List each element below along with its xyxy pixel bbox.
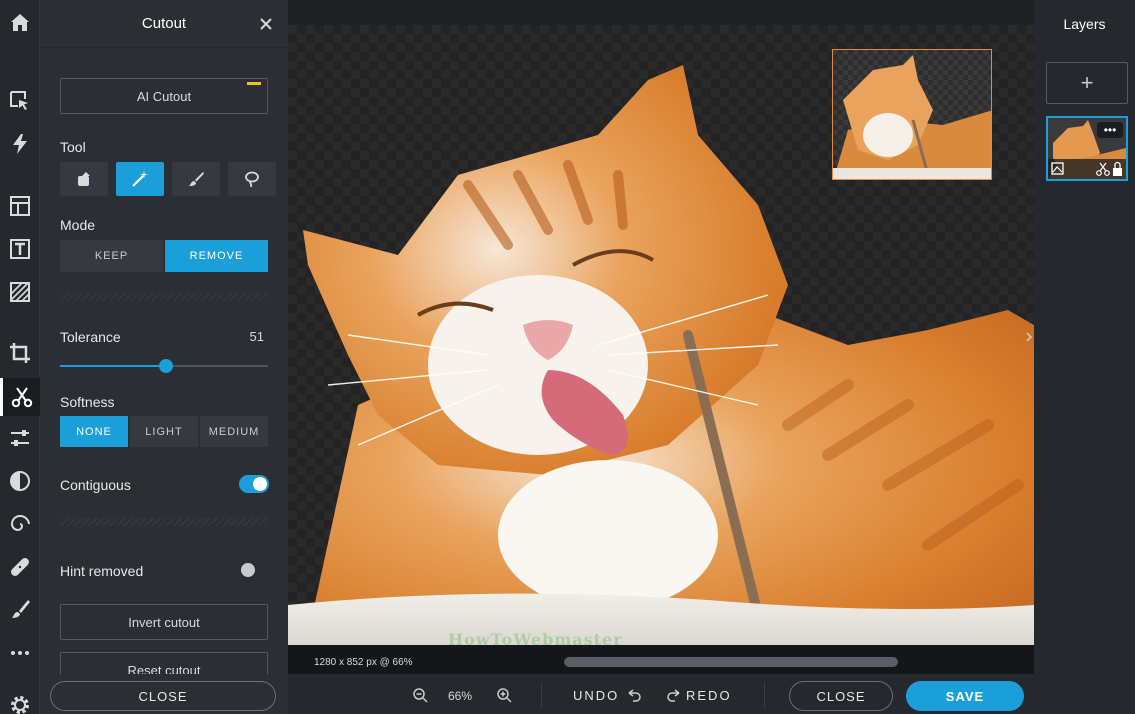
adjust-icon[interactable] bbox=[0, 419, 40, 457]
close-icon[interactable] bbox=[256, 14, 276, 34]
tolerance-label: Tolerance bbox=[60, 329, 121, 345]
new-badge bbox=[247, 82, 261, 85]
separator bbox=[764, 682, 765, 708]
softness-label: Softness bbox=[60, 394, 115, 410]
add-layer-button[interactable]: + bbox=[1046, 62, 1128, 104]
layer-item[interactable]: ••• bbox=[1046, 116, 1128, 181]
texture-icon[interactable] bbox=[0, 273, 40, 311]
stamp-tool-button[interactable] bbox=[60, 162, 108, 196]
home-icon[interactable] bbox=[0, 4, 40, 42]
bandage-icon[interactable] bbox=[0, 548, 40, 586]
canvas-status-bar: 1280 x 852 px @ 66% bbox=[288, 645, 1034, 674]
tolerance-slider[interactable] bbox=[60, 359, 268, 373]
brush-tool-icon bbox=[189, 172, 204, 186]
lock-icon bbox=[1113, 168, 1122, 176]
hint-removed-label: Hint removed bbox=[60, 563, 144, 579]
redo-button[interactable]: REDO bbox=[686, 688, 732, 703]
tool-label: Tool bbox=[60, 139, 86, 155]
crop-icon[interactable] bbox=[0, 334, 40, 372]
mode-keep-button[interactable]: KEEP bbox=[60, 240, 163, 272]
layer-icon-strip bbox=[1048, 159, 1126, 179]
image-canvas[interactable] bbox=[288, 25, 1034, 645]
canvas-top-strip bbox=[288, 0, 1034, 25]
tolerance-slider-thumb[interactable] bbox=[159, 359, 174, 373]
softness-medium-button[interactable]: MEDIUM bbox=[200, 416, 268, 447]
filter-icon[interactable] bbox=[0, 462, 40, 500]
mode-remove-button[interactable]: REMOVE bbox=[165, 240, 268, 272]
bottom-bar: 66% UNDO REDO CLOSE SAVE bbox=[288, 674, 1135, 714]
brush-tool-button[interactable] bbox=[172, 162, 220, 196]
lasso-tool-button[interactable] bbox=[228, 162, 276, 196]
ai-cutout-button[interactable]: AI Cutout bbox=[60, 78, 268, 114]
magic-wand-icon bbox=[132, 171, 148, 187]
redo-icon[interactable] bbox=[666, 687, 682, 703]
cutout-panel: Cutout AI Cutout Tool Mode KEEP REMOVE T… bbox=[40, 0, 288, 714]
lasso-icon bbox=[245, 171, 259, 188]
stamp-icon bbox=[78, 172, 90, 186]
spiral-icon[interactable] bbox=[0, 505, 40, 543]
tolerance-slider-fill bbox=[60, 365, 167, 367]
preview-thumbnail bbox=[833, 55, 991, 179]
mode-segmented-control: KEEP REMOVE bbox=[60, 240, 268, 272]
text-icon[interactable] bbox=[0, 230, 40, 268]
softness-light-button[interactable]: LIGHT bbox=[130, 416, 198, 447]
more-icon[interactable] bbox=[0, 634, 40, 672]
flash-icon[interactable] bbox=[0, 125, 40, 163]
invert-cutout-button[interactable]: Invert cutout bbox=[60, 604, 268, 640]
undo-button[interactable]: UNDO bbox=[573, 688, 619, 703]
panel-title: Cutout bbox=[40, 0, 288, 48]
canvas-area: HowToWebmaster 1280 x 852 px @ 66% bbox=[288, 0, 1034, 674]
zoom-in-icon[interactable] bbox=[496, 687, 512, 703]
tool-group bbox=[60, 162, 276, 196]
toggle-knob bbox=[241, 563, 255, 577]
section-divider bbox=[60, 293, 268, 301]
section-divider bbox=[60, 518, 268, 526]
panel-footer: CLOSE bbox=[40, 674, 288, 714]
contiguous-label: Contiguous bbox=[60, 477, 131, 493]
contiguous-toggle[interactable] bbox=[239, 475, 269, 493]
ai-cutout-label: AI Cutout bbox=[136, 88, 192, 104]
horizontal-scrollbar[interactable] bbox=[564, 657, 898, 667]
zoom-out-icon[interactable] bbox=[412, 687, 428, 703]
scissors-icon bbox=[1096, 170, 1102, 176]
navigator-preview[interactable] bbox=[832, 49, 992, 180]
panel-close-button[interactable]: CLOSE bbox=[50, 681, 276, 711]
zoom-level: 66% bbox=[448, 689, 473, 703]
layout-icon[interactable] bbox=[0, 187, 40, 225]
hint-removed-toggle[interactable] bbox=[239, 561, 269, 579]
brush-icon[interactable] bbox=[0, 590, 40, 628]
settings-icon[interactable] bbox=[0, 686, 40, 714]
left-toolbar bbox=[0, 0, 40, 714]
layers-panel: Layers + ••• bbox=[1034, 0, 1135, 714]
tolerance-value: 51 bbox=[249, 329, 264, 344]
softness-none-button[interactable]: NONE bbox=[60, 416, 128, 447]
layers-title: Layers bbox=[1063, 16, 1106, 32]
magic-wand-tool-button[interactable] bbox=[116, 162, 164, 196]
save-button[interactable]: SAVE bbox=[906, 681, 1024, 711]
layer-options-button[interactable]: ••• bbox=[1097, 122, 1123, 138]
separator bbox=[541, 682, 542, 708]
toggle-knob bbox=[253, 477, 267, 491]
select-icon[interactable] bbox=[0, 82, 40, 120]
image-icon bbox=[1051, 162, 1064, 175]
undo-icon[interactable] bbox=[626, 687, 642, 703]
softness-segmented-control: NONE LIGHT MEDIUM bbox=[60, 416, 268, 447]
image-dimensions: 1280 x 852 px @ 66% bbox=[314, 657, 413, 668]
close-button[interactable]: CLOSE bbox=[789, 681, 893, 711]
mode-label: Mode bbox=[60, 217, 96, 233]
cutout-icon[interactable] bbox=[0, 378, 40, 416]
